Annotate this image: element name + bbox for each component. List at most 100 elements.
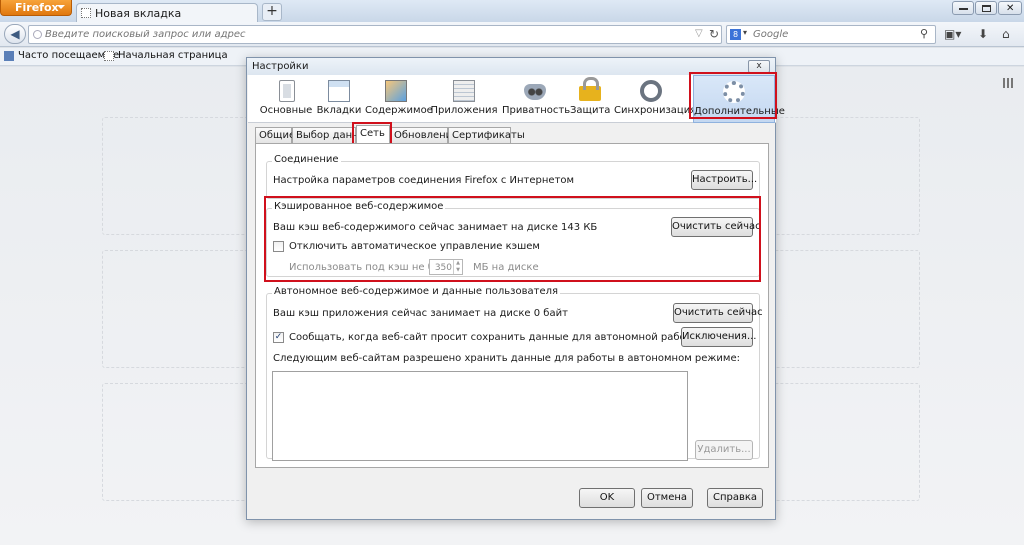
offline-sites-list[interactable] — [272, 371, 688, 461]
cache-group: Кэшированное веб-содержимое Ваш кэш веб-… — [266, 201, 761, 277]
bookmark-star-icon[interactable]: ▽ — [695, 28, 703, 39]
offline-group: Автономное веб-содержимое и данные польз… — [266, 286, 763, 461]
tab-title: Новая вкладка — [95, 7, 182, 20]
title-bar: Firefox Новая вкладка + ✕ — [0, 0, 1024, 22]
stepper-arrows-icon[interactable]: ▲ ▼ — [453, 260, 462, 274]
pane-label: Приватность — [502, 105, 571, 116]
cancel-button[interactable]: Отмена — [641, 488, 693, 508]
cache-usage-text: Ваш кэш веб-содержимого сейчас занимает … — [273, 222, 598, 233]
firefox-menu-button[interactable]: Firefox — [0, 0, 72, 16]
pane-general[interactable]: Основные — [258, 75, 314, 123]
bookmarks-menu-icon[interactable]: ▣▾ — [944, 27, 961, 41]
pane-label: Основные — [259, 105, 313, 116]
page-icon — [104, 51, 114, 61]
subtab-label: Сеть — [360, 128, 385, 139]
security-lock-icon — [579, 77, 601, 101]
advanced-gear-icon — [723, 81, 745, 103]
browser-tab[interactable]: Новая вкладка — [76, 3, 258, 22]
subtab-label: Сертификаты — [452, 130, 525, 141]
pane-label: Приложения — [430, 105, 498, 116]
cache-size-unit: МБ на диске — [473, 262, 539, 273]
firefox-menu-label: Firefox — [15, 1, 59, 14]
pane-label: Защита — [570, 105, 611, 116]
offline-notify-label: Сообщать, когда веб-сайт просит сохранит… — [289, 332, 700, 343]
dialog-title: Настройки — [252, 61, 309, 72]
globe-icon — [33, 30, 42, 39]
minimize-button[interactable] — [952, 1, 974, 15]
page-icon — [81, 8, 91, 18]
offline-notify-checkbox[interactable]: ✓ — [273, 332, 284, 343]
minimize-icon — [959, 8, 968, 10]
pane-privacy[interactable]: Приватность — [502, 75, 571, 123]
pane-label: Синхронизация — [614, 105, 697, 116]
sync-icon — [640, 80, 662, 102]
bookmark-folder-icon — [4, 51, 14, 61]
ok-button[interactable]: OK — [579, 488, 635, 508]
override-cache-checkbox[interactable] — [273, 241, 284, 252]
offline-list-label: Следующим веб-сайтам разрешено хранить д… — [273, 353, 740, 364]
subtab-label: Общие — [259, 130, 296, 141]
connection-description: Настройка параметров соединения Firefox … — [273, 175, 575, 186]
navigation-toolbar: ◀ ▽ ↻ 8 ▾ ⚲ ▣▾ ⬇ ⌂ — [0, 22, 1024, 47]
applications-icon — [453, 80, 475, 102]
remove-site-button[interactable]: Удалить... — [695, 440, 753, 460]
url-bar[interactable]: ▽ ↻ — [28, 25, 722, 44]
close-icon: ✕ — [1006, 3, 1015, 14]
help-button[interactable]: Справка — [707, 488, 763, 508]
cache-size-stepper[interactable]: ▲▼ — [429, 259, 463, 275]
connection-settings-button[interactable]: Настроить... — [691, 170, 757, 190]
clear-cache-button[interactable]: Очистить сейчас — [671, 217, 761, 237]
pane-advanced[interactable]: Дополнительные — [693, 75, 785, 123]
pane-security[interactable]: Защита — [570, 75, 610, 123]
back-arrow-icon: ◀ — [10, 27, 20, 41]
new-tab-button[interactable]: + — [262, 3, 282, 21]
bookmark-start-page[interactable]: Начальная страница — [104, 50, 228, 61]
preferences-dialog: Настройки x Основные Вкладки Содержимое … — [246, 57, 785, 520]
bookmark-label: Начальная страница — [118, 50, 228, 61]
clear-offline-button[interactable]: Очистить сейчас — [673, 303, 763, 323]
pane-selector: Основные Вкладки Содержимое Приложения П… — [248, 75, 785, 123]
search-engine-icon[interactable]: 8 — [730, 29, 741, 40]
pane-tabs[interactable]: Вкладки — [316, 75, 362, 123]
pane-applications[interactable]: Приложения — [430, 75, 498, 123]
pane-label: Дополнительные — [694, 106, 785, 117]
window-close-button[interactable]: ✕ — [998, 1, 1022, 15]
general-icon — [279, 80, 295, 102]
subtab-network[interactable]: Сеть — [356, 125, 390, 144]
override-cache-label: Отключить автоматическое управление кэше… — [289, 241, 540, 252]
search-input[interactable] — [753, 27, 913, 42]
exceptions-button[interactable]: Исключения... — [681, 327, 756, 347]
chevron-down-icon[interactable]: ▾ — [743, 28, 747, 37]
bookmark-most-visited[interactable]: Часто посещаемые — [4, 50, 119, 61]
dialog-title-bar: Настройки x — [247, 58, 775, 75]
subtab-certificates[interactable]: Сертификаты — [448, 127, 525, 144]
url-input[interactable] — [29, 26, 669, 43]
grid-toggle-icon[interactable] — [1003, 78, 1013, 88]
back-button[interactable]: ◀ — [4, 24, 26, 44]
downloads-icon[interactable]: ⬇ — [978, 27, 988, 41]
search-icon[interactable]: ⚲ — [920, 27, 928, 40]
pane-label: Вкладки — [316, 105, 362, 116]
group-caption: Соединение — [272, 154, 341, 165]
subtab-general[interactable]: Общие — [255, 127, 296, 144]
subtab-data-choices[interactable]: Выбор данных — [292, 127, 373, 144]
reload-icon[interactable]: ↻ — [709, 27, 719, 41]
connection-group: Соединение Настройка параметров соединен… — [266, 154, 760, 199]
offline-usage-text: Ваш кэш приложения сейчас занимает на ди… — [273, 308, 568, 319]
group-caption: Автономное веб-содержимое и данные польз… — [272, 286, 561, 297]
group-caption: Кэшированное веб-содержимое — [272, 201, 446, 212]
maximize-button[interactable] — [975, 1, 997, 15]
maximize-icon — [982, 5, 991, 12]
privacy-mask-icon — [524, 84, 546, 100]
chevron-down-icon — [57, 5, 65, 9]
network-panel: Соединение Настройка параметров соединен… — [255, 143, 769, 468]
home-icon[interactable]: ⌂ — [1002, 27, 1010, 41]
tabs-icon — [328, 80, 350, 102]
dialog-close-button[interactable]: x — [748, 60, 770, 73]
subtab-updates[interactable]: Обновления — [390, 127, 458, 144]
search-bar[interactable]: 8 ▾ ⚲ — [726, 25, 936, 44]
pane-sync[interactable]: Синхронизация — [614, 75, 697, 123]
pane-content[interactable]: Содержимое — [365, 75, 433, 123]
cache-size-input[interactable] — [430, 261, 454, 275]
content-icon — [385, 80, 407, 102]
